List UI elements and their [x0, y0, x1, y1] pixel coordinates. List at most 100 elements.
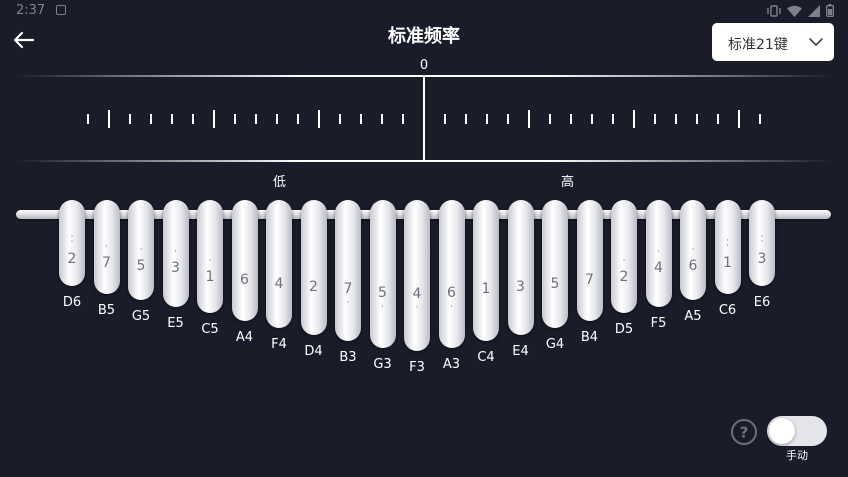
tine-number: 2 [309, 279, 318, 295]
tine-number: 6 [688, 258, 698, 274]
kalimba-tine-c6[interactable]: 1 · · [714, 200, 741, 294]
kalimba-tine-f4[interactable]: 4 [266, 200, 292, 328]
tine-number: 3 [516, 279, 525, 295]
octave-dots: · [415, 303, 419, 313]
meter-minor-tick [612, 114, 614, 124]
kalimba-tine-b5[interactable]: 7 · [93, 200, 120, 294]
meter-minor-tick [171, 114, 173, 124]
kalimba-tine-f5[interactable]: 4 · [645, 200, 672, 307]
meter-needle [423, 76, 425, 162]
kalimba-tine-g3[interactable]: 5 · [369, 200, 396, 348]
tine-number: 2 [67, 251, 77, 267]
meter-minor-tick [654, 114, 656, 124]
tine-number: 5 [378, 285, 387, 301]
kalimba-tine-d4[interactable]: 2 [300, 200, 327, 335]
kalimba-tine-b3[interactable]: 7 · [335, 200, 361, 341]
meter-minor-tick [465, 114, 467, 124]
meter-minor-tick [339, 114, 341, 124]
tine-number: 4 [412, 286, 422, 302]
help-icon: ? [731, 419, 757, 445]
meter-minor-tick [381, 114, 383, 124]
notification-icon [56, 5, 66, 15]
kalimba-tine-g5[interactable]: 5 · [128, 200, 154, 300]
status-icons [767, 4, 834, 17]
kalimba-tine-c5[interactable]: 1 · [197, 200, 223, 313]
tine-number: 2 [619, 269, 629, 285]
meter-minor-tick [87, 114, 89, 124]
tine-number: 7 [585, 272, 594, 288]
meter-minor-tick [129, 114, 131, 124]
wifi-icon [787, 5, 802, 17]
kalimba-tine-f3[interactable]: 4 · [404, 200, 430, 351]
meter-major-tick [738, 110, 740, 128]
octave-dots: · [105, 242, 108, 252]
tine-number: 4 [654, 260, 663, 276]
octave-dots: · [174, 247, 177, 257]
vibrate-icon [767, 4, 781, 17]
note-label: E6 [753, 295, 771, 310]
meter-minor-tick [276, 114, 278, 124]
status-bar: 2:37 [0, 0, 848, 22]
meter-minor-tick [150, 114, 152, 124]
battery-icon [826, 4, 834, 17]
meter-minor-tick [192, 114, 194, 124]
meter-minor-tick [675, 114, 677, 124]
meter-minor-tick [717, 114, 719, 124]
tine-number: 5 [550, 276, 560, 292]
meter-minor-tick [591, 114, 593, 124]
kalimba-tine-e5[interactable]: 3 · [162, 200, 189, 307]
meter-major-tick [213, 110, 215, 128]
tine-number: 1 [723, 255, 732, 271]
manual-mode-toggle[interactable] [767, 416, 827, 446]
octave-dots: · [208, 256, 212, 266]
meter-zero-label: 0 [419, 58, 429, 73]
meter-minor-tick [360, 114, 362, 124]
meter-minor-tick [486, 114, 488, 124]
meter-minor-tick [234, 114, 236, 124]
kalimba-tine-e4[interactable]: 3 [507, 200, 534, 335]
tine-number: 1 [481, 281, 491, 297]
help-button[interactable]: ? [730, 418, 758, 446]
tine-number: 4 [274, 276, 284, 292]
tine-number: 3 [757, 251, 767, 267]
kalimba-tine-g4[interactable]: 5 [542, 200, 568, 328]
toggle-knob [769, 418, 795, 444]
chevron-down-icon [809, 38, 823, 46]
octave-dots: · · [70, 232, 74, 247]
help-symbol: ? [740, 424, 749, 442]
meter-major-tick [108, 110, 110, 128]
octave-dots: · · [760, 232, 764, 247]
octave-dots: · [450, 302, 453, 312]
tine-number: 6 [447, 285, 456, 301]
kalimba-tine-d6[interactable]: 2 · · [59, 200, 85, 286]
status-time: 2:37 [16, 3, 46, 18]
meter-major-tick [633, 110, 635, 128]
kalimba-tine-a4[interactable]: 6 [231, 200, 258, 321]
meter-minor-tick [759, 114, 761, 124]
meter-minor-tick [444, 114, 446, 124]
kalimba-tine-c4[interactable]: 1 [473, 200, 499, 341]
meter-minor-tick [570, 114, 572, 124]
meter-low-label: 低 [273, 175, 287, 190]
kalimba-tine-b4[interactable]: 7 [576, 200, 603, 321]
kalimba-tine-a5[interactable]: 6 · [680, 200, 706, 300]
meter-high-label: 高 [561, 175, 575, 190]
manual-mode-label: 手动 [786, 449, 808, 462]
meter-major-tick [318, 110, 320, 128]
octave-dots: · [139, 245, 143, 255]
meter-minor-tick [402, 114, 404, 124]
dropdown-label: 标准21键 [728, 37, 788, 53]
meter-minor-tick [255, 114, 257, 124]
kalimba-tine-d5[interactable]: 2 · [611, 200, 637, 313]
tine-number: 7 [102, 255, 111, 271]
meter-minor-tick [507, 114, 509, 124]
tine-number: 1 [205, 269, 215, 285]
signal-icon [808, 4, 820, 17]
tine-number: 5 [136, 258, 146, 274]
octave-dots: · [622, 256, 626, 266]
octave-dots: · [691, 245, 695, 255]
meter-minor-tick [297, 114, 299, 124]
tine-number: 3 [171, 260, 180, 276]
kalimba-tine-e6[interactable]: 3 · · [749, 200, 775, 286]
kalimba-tine-a3[interactable]: 6 · [438, 200, 465, 348]
